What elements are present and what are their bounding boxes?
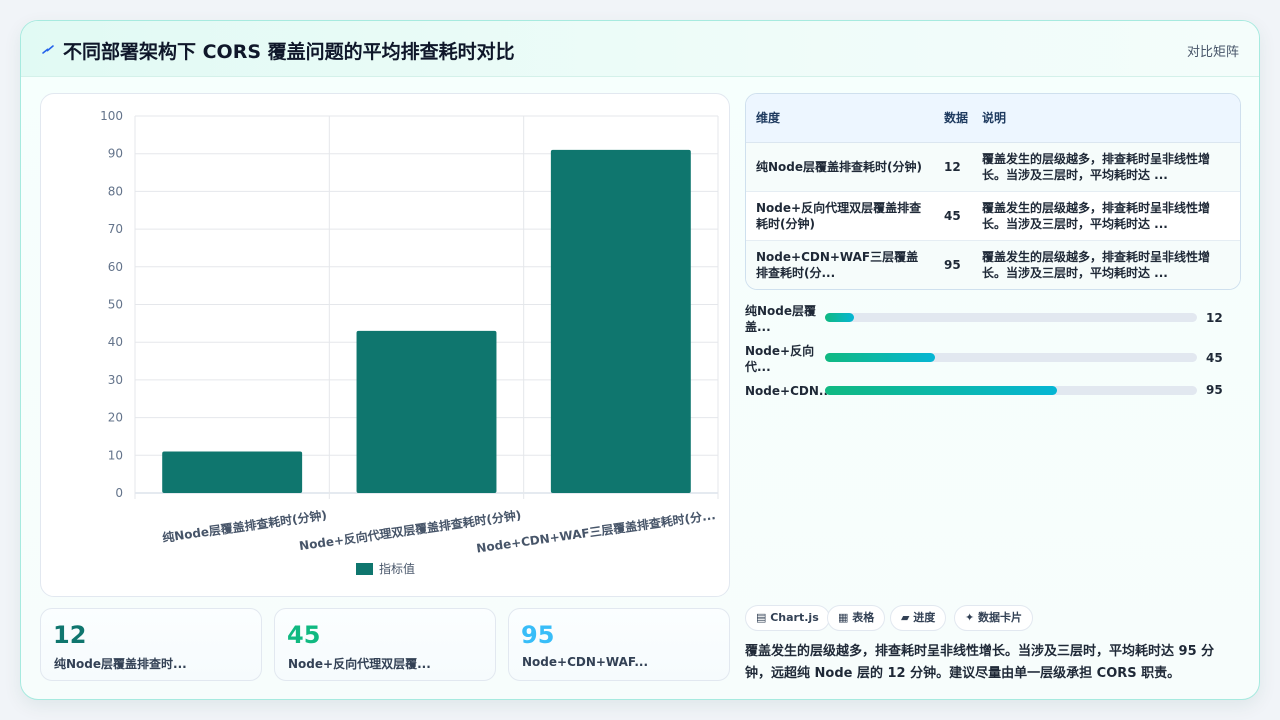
- progress-fill: [825, 386, 1057, 395]
- column-header-dimension: 维度: [746, 94, 934, 143]
- data-table: 维度 数据 说明 纯Node层覆盖排查耗时(分钟) 12 覆盖发生的层级越多，排…: [745, 93, 1241, 290]
- table-row: 纯Node层覆盖排查耗时(分钟) 12 覆盖发生的层级越多，排查耗时呈非线性增长…: [746, 142, 1240, 192]
- progress-row-3: Node+CDN... 95: [745, 383, 1245, 417]
- chip-chartjs[interactable]: chart-icon▤ Chart.js: [745, 605, 830, 631]
- stat-card-2: 45 Node+反向代理双层覆...: [274, 608, 496, 681]
- progress-value: 12: [1206, 311, 1223, 325]
- progress-track: [825, 386, 1197, 395]
- progress-row-2: Node+反向代... 45: [745, 343, 1245, 377]
- stat-value: 95: [521, 621, 555, 649]
- progress-label: 纯Node层覆盖...: [745, 304, 817, 334]
- stat-value: 45: [287, 621, 321, 649]
- progress-fill: [825, 313, 855, 322]
- bar-chart-panel: 0 10 20 30 40 50 60 70 80 90 100 纯Node层覆盖排查耗时(分钟) No…: [40, 93, 730, 597]
- y-tick-label: 10: [108, 448, 123, 462]
- table-cell-description: 覆盖发生的层级越多，排查耗时呈非线性增长。当涉及三层时，平均耗时达 ...: [972, 240, 1240, 289]
- table-row: Node+反向代理双层覆盖排查耗时(分钟) 45 覆盖发生的层级越多，排查耗时呈…: [746, 191, 1240, 241]
- main-card: 不同部署架构下 CORS 覆盖问题的平均排查耗时对比 对比矩阵 0 10 20 30 4…: [20, 20, 1260, 700]
- y-tick-label: 70: [108, 222, 123, 236]
- stat-card-3: 95 Node+CDN+WAF...: [508, 608, 730, 681]
- y-tick-label: 20: [108, 411, 123, 425]
- progress-value: 95: [1206, 383, 1223, 397]
- bar: [162, 451, 303, 493]
- table-cell-data: 45: [934, 191, 972, 241]
- column-header-description: 说明: [972, 94, 1240, 143]
- stat-value: 12: [53, 621, 87, 649]
- lightning-icon: [42, 45, 54, 54]
- progress-label: Node+CDN...: [745, 384, 833, 398]
- progress-track: [825, 353, 1197, 362]
- progress-row-1: 纯Node层覆盖... 12: [745, 303, 1245, 337]
- y-tick-label: 50: [108, 298, 123, 312]
- y-tick-label: 30: [108, 373, 123, 387]
- chip-label: 进度: [913, 611, 936, 624]
- y-tick-label: 90: [108, 147, 123, 161]
- legend-label: 指标值: [379, 561, 415, 576]
- table-cell-data: 12: [934, 142, 972, 192]
- stat-card-1: 12 纯Node层覆盖排查时...: [40, 608, 262, 681]
- table-cell-dimension: Node+CDN+WAF三层覆盖排查耗时(分...: [746, 240, 934, 289]
- bar: [550, 149, 691, 493]
- chip-label: Chart.js: [770, 611, 819, 624]
- chip-progress[interactable]: progress-icon▰ 进度: [890, 605, 947, 631]
- y-tick-label: 60: [108, 260, 123, 274]
- y-tick-label: 40: [108, 335, 123, 349]
- bar-chart: 0102030405060708090100纯Node层覆盖排查耗时(分钟)No…: [100, 109, 719, 576]
- y-tick-label: 80: [108, 184, 123, 198]
- table-cell-description: 覆盖发生的层级越多，排查耗时呈非线性增长。当涉及三层时，平均耗时达 ...: [972, 191, 1240, 241]
- stat-label: Node+CDN+WAF...: [522, 655, 649, 669]
- stat-label: 纯Node层覆盖排查时...: [54, 657, 187, 671]
- stat-label: Node+反向代理双层覆...: [288, 657, 431, 671]
- progress-track: [825, 313, 1197, 322]
- table-row: Node+CDN+WAF三层覆盖排查耗时(分... 95 覆盖发生的层级越多，排…: [746, 240, 1240, 289]
- view-tag[interactable]: 对比矩阵: [1187, 41, 1239, 60]
- progress-label: Node+反向代...: [745, 344, 815, 374]
- y-tick-label: 100: [100, 109, 123, 123]
- y-tick-label: 0: [115, 486, 123, 500]
- table-cell-data: 95: [934, 240, 972, 289]
- page-title: 不同部署架构下 CORS 覆盖问题的平均排查耗时对比: [63, 41, 515, 63]
- chip-table[interactable]: table-icon▦ 表格: [827, 605, 886, 631]
- legend-swatch: [356, 563, 373, 575]
- progress-value: 45: [1206, 351, 1223, 365]
- column-header-data: 数据: [934, 94, 972, 143]
- chip-data-cards[interactable]: sparkle-icon✦ 数据卡片: [954, 605, 1034, 631]
- table-cell-dimension: 纯Node层覆盖排查耗时(分钟): [746, 142, 934, 192]
- summary-text: 覆盖发生的层级越多，排查耗时呈非线性增长。当涉及三层时，平均耗时达 95 分钟，…: [745, 644, 1215, 681]
- table-cell-description: 覆盖发生的层级越多，排查耗时呈非线性增长。当涉及三层时，平均耗时达 ...: [972, 142, 1240, 192]
- table-cell-dimension: Node+反向代理双层覆盖排查耗时(分钟): [746, 191, 934, 241]
- progress-fill: [825, 353, 935, 362]
- header: 不同部署架构下 CORS 覆盖问题的平均排查耗时对比 对比矩阵: [21, 21, 1259, 77]
- chip-label: 表格: [852, 611, 875, 624]
- chip-label: 数据卡片: [978, 611, 1023, 624]
- bar: [356, 330, 497, 493]
